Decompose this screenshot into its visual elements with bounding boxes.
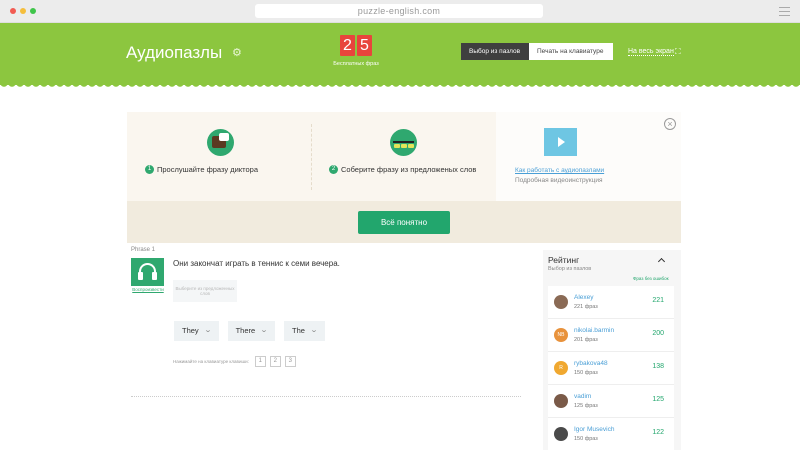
step-1: 1 Прослушайте фразу диктора bbox=[145, 165, 305, 174]
word-choice-label: There bbox=[235, 326, 256, 335]
rating-title: Рейтинг bbox=[548, 255, 580, 265]
close-intro-icon[interactable]: × bbox=[664, 118, 676, 130]
listen-icon bbox=[207, 129, 234, 156]
user-phrases: 150 фраз bbox=[574, 436, 598, 442]
user-name[interactable]: vadim bbox=[574, 393, 591, 400]
rating-column-label: Фраз без ошибок bbox=[633, 276, 669, 281]
rating-row[interactable]: R rybakova48 150 фраз 138 bbox=[548, 352, 674, 385]
close-window-dot[interactable] bbox=[10, 8, 16, 14]
rating-list: Alexey 221 фраз 221 NB nikolai.barmin 20… bbox=[548, 286, 674, 450]
hamburger-menu-icon[interactable] bbox=[779, 7, 790, 16]
user-phrases: 125 фраз bbox=[574, 403, 598, 409]
section-divider bbox=[131, 396, 521, 397]
step-2-text: Соберите фразу из предложеных слов bbox=[341, 165, 477, 174]
avatar bbox=[554, 427, 568, 441]
avatar: R bbox=[554, 361, 568, 375]
page-title: Аудиопазлы bbox=[126, 43, 223, 62]
word-choice-label: They bbox=[182, 326, 199, 335]
word-choice-label: The bbox=[292, 326, 305, 335]
rating-subtitle: Выбор из пазлов bbox=[548, 266, 592, 272]
chevron-down-icon: ⌄ bbox=[259, 327, 269, 334]
phrase-label: Phrase 1 bbox=[131, 247, 156, 253]
step-2: 2 Соберите фразу из предложеных слов bbox=[329, 165, 479, 174]
rating-row[interactable]: NB nikolai.barmin 201 фраз 200 bbox=[548, 319, 674, 352]
video-play-icon[interactable] bbox=[544, 128, 577, 156]
user-score: 125 bbox=[652, 396, 664, 403]
user-score: 122 bbox=[652, 429, 664, 436]
user-name[interactable]: Igor Musevich bbox=[574, 426, 614, 433]
user-phrases: 201 фраз bbox=[574, 337, 598, 343]
howto-link[interactable]: Как работать с аудиопазлами bbox=[515, 167, 604, 174]
keyboard-hint-text: Нажимайте на клавиатуре клавиши: bbox=[173, 359, 249, 364]
counter-digit: 5 bbox=[357, 35, 372, 56]
avatar bbox=[554, 295, 568, 309]
free-phrases-counter: 2 5 bbox=[340, 35, 372, 56]
minimize-window-dot[interactable] bbox=[20, 8, 26, 14]
play-audio-button[interactable] bbox=[131, 258, 164, 286]
key-hint[interactable]: 2 bbox=[269, 356, 281, 367]
word-choice[interactable]: They ⌄ bbox=[174, 321, 219, 341]
got-it-button[interactable]: Всё понятно bbox=[358, 211, 450, 234]
rating-row[interactable]: vadim 125 фраз 125 bbox=[548, 385, 674, 418]
key-hint[interactable]: 3 bbox=[284, 356, 296, 367]
puzzle-icon bbox=[390, 129, 417, 156]
chevron-down-icon: ⌄ bbox=[309, 327, 319, 334]
word-choices: They ⌄ There ⌄ The ⌄ bbox=[174, 321, 325, 341]
header-wave-border bbox=[0, 83, 800, 89]
address-bar[interactable]: puzzle-english.com bbox=[255, 4, 543, 18]
counter-digit: 2 bbox=[340, 35, 355, 56]
settings-gear-icon[interactable]: ⚙ bbox=[232, 46, 242, 59]
howto-subtitle: Подробная видеоинструкция bbox=[515, 177, 603, 184]
video-help-panel bbox=[496, 112, 681, 201]
user-score: 138 bbox=[652, 363, 664, 370]
word-choice[interactable]: There ⌄ bbox=[227, 321, 276, 341]
user-name[interactable]: Alexey bbox=[574, 294, 594, 301]
step-1-text: Прослушайте фразу диктора bbox=[157, 165, 259, 174]
step-number: 1 bbox=[145, 165, 154, 174]
tab-puzzle-choice[interactable]: Выбор из пазлов bbox=[461, 43, 529, 60]
tab-keyboard-input[interactable]: Печать на клавиатуре bbox=[529, 43, 613, 60]
chevron-down-icon: ⌄ bbox=[203, 327, 212, 334]
play-audio-label[interactable]: Воспроизвести bbox=[129, 287, 167, 292]
russian-sentence: Они закончат играть в теннис к семи вече… bbox=[173, 259, 340, 268]
user-name[interactable]: rybakova48 bbox=[574, 360, 608, 367]
avatar bbox=[554, 394, 568, 408]
key-hint[interactable]: 1 bbox=[254, 356, 266, 367]
rating-row[interactable]: Alexey 221 фраз 221 bbox=[548, 286, 674, 319]
collapse-chevron-icon[interactable] bbox=[658, 256, 666, 264]
mode-tabs: Выбор из пазлов Печать на клавиатуре bbox=[461, 43, 613, 60]
user-phrases: 150 фраз bbox=[574, 370, 598, 376]
browser-chrome: puzzle-english.com bbox=[0, 0, 800, 23]
user-score: 221 bbox=[652, 297, 664, 304]
keyboard-hint: Нажимайте на клавиатуре клавиши: 1 2 3 bbox=[173, 356, 296, 367]
answer-slot[interactable]: Выберите из предложенных слов bbox=[173, 280, 237, 302]
step-number: 2 bbox=[329, 165, 338, 174]
counter-label: Бесплатных фраз bbox=[333, 61, 379, 67]
maximize-window-dot[interactable] bbox=[30, 8, 36, 14]
user-name[interactable]: nikolai.barmin bbox=[574, 327, 614, 334]
intro-divider bbox=[311, 124, 312, 190]
word-choice[interactable]: The ⌄ bbox=[284, 321, 325, 341]
user-phrases: 221 фраз bbox=[574, 304, 598, 310]
user-score: 200 bbox=[652, 330, 664, 337]
rating-row[interactable]: Igor Musevich 150 фраз 122 bbox=[548, 418, 674, 450]
avatar: NB bbox=[554, 328, 568, 342]
fullscreen-link[interactable]: На весь экран bbox=[628, 48, 674, 56]
fullscreen-icon[interactable]: ⛶ bbox=[675, 47, 681, 57]
